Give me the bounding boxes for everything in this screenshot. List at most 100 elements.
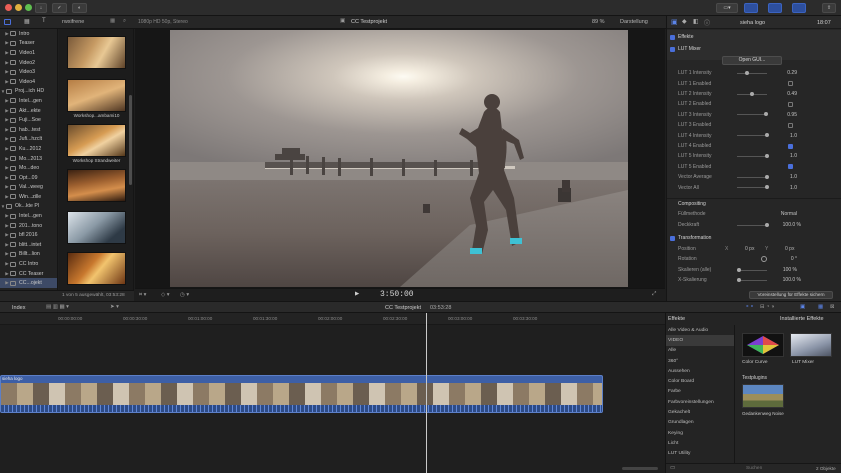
viewer-zoom-menu[interactable]: 89 % [592,19,605,25]
library-item[interactable]: ▶ Billt...lion [0,250,57,260]
speed-tool-icon[interactable]: ◷ ▾ [180,292,189,298]
slider-knob[interactable] [749,91,754,96]
library-item[interactable]: ▼ Proj...ich HD [0,87,57,97]
fullscreen-icon[interactable]: ⤢ [652,291,656,298]
param-value[interactable]: 1.0 [777,153,797,159]
timeline-ruler[interactable]: 00:00:00:00 00:00:30:00 00:01:00:00 00:01:3… [0,313,665,325]
opacity-value[interactable]: 100.0 % [771,222,801,228]
audio-inspector-icon[interactable]: ◧ [693,18,699,25]
noise-plugin-effect[interactable] [742,384,784,408]
param-slider[interactable] [737,70,767,75]
show-timeline-button[interactable] [768,3,782,13]
transitions-browser-icon[interactable]: ⊠ [830,304,835,310]
library-item[interactable]: ▶ Intel...gen [0,96,57,106]
effects-enable-checkbox[interactable] [670,34,675,40]
timeline-clip[interactable]: sieha logo [0,375,603,413]
clip-appearance-icon[interactable]: ⚬⚬ [745,304,754,310]
scale-x-value[interactable]: 100.0 % [771,277,801,283]
library-item[interactable]: ▶ Win...zille [0,192,57,202]
clip-thumbnail[interactable] [67,36,126,69]
library-item[interactable]: ▶ Intel...gen [0,211,57,221]
effects-category-item[interactable]: LUT Utility [666,449,734,459]
timeline-scrollbar[interactable] [622,467,658,470]
import-button[interactable]: ↓ [35,3,47,13]
keyword-button[interactable]: ✓ [52,3,67,13]
effects-category-item[interactable]: Licht [666,438,734,448]
param-value[interactable]: 0.95 [777,112,797,118]
audio-skimming-icon[interactable]: ▣ [800,304,805,310]
param-slider[interactable] [737,153,769,158]
playhead[interactable] [426,313,427,473]
transform-enable-checkbox[interactable] [670,235,675,241]
library-item[interactable]: ▼ Ok...kte Pl [0,202,57,212]
share-button[interactable]: ⇧ [822,3,836,13]
color-curve-effect[interactable] [742,333,784,357]
show-inspector-button[interactable] [792,3,806,13]
lut-mixer-enable-checkbox[interactable] [670,46,675,52]
position-y-value[interactable]: 0 px [785,246,794,252]
effects-category-item[interactable]: Alle Video & Audio [666,325,734,335]
photos-icon[interactable]: ▦ [24,18,30,25]
append-clip-icon[interactable]: ▤ ▥ ▦ ▾ [46,304,69,310]
effects-category-item[interactable]: 360° [666,356,734,366]
select-tool-icon[interactable]: ➤ ▾ [110,304,119,310]
background-tasks-button[interactable]: ◐ [72,3,87,13]
video-inspector-icon[interactable]: ▣ [671,18,678,26]
param-checkbox[interactable] [788,164,793,170]
minimize-window-button[interactable] [15,4,22,11]
param-value[interactable]: 0.29 [777,70,797,76]
slider-knob[interactable] [765,174,769,179]
library-item[interactable]: ▶ Mo...2013 [0,154,57,164]
param-checkbox[interactable] [788,101,793,107]
library-item[interactable]: ▶ Ku...2012 [0,144,57,154]
library-item[interactable]: ▶ CC Intro [0,259,57,269]
param-value[interactable]: 1.0 [777,133,797,139]
library-item[interactable]: ▶ CC...ojekt [0,278,57,289]
library-item[interactable]: ▶ Teaser [0,39,57,49]
color-tool-icon[interactable]: ◇ ▾ [161,292,170,298]
effects-category-item[interactable]: Farbe [666,387,734,397]
effects-category-item[interactable]: Aussehen [666,366,734,376]
param-slider[interactable] [737,91,767,96]
effects-category-item[interactable]: Alle [666,346,734,356]
effects-browser-icon[interactable]: ▦ [818,304,823,310]
play-icon[interactable]: ▶ [355,291,359,297]
info-inspector-icon[interactable]: ⓘ [704,18,710,27]
clip-thumbnail[interactable] [67,252,126,285]
save-effects-preset-button[interactable]: Voreinstellung für Effekte sichern [749,291,833,299]
slider-knob[interactable] [745,70,750,75]
effects-category-item[interactable]: VIDEO [666,335,734,346]
slider-knob[interactable] [765,153,769,158]
effects-category-item[interactable]: Grundlagen [666,418,734,428]
effects-category-item[interactable]: Farbvoreinstellungen [666,397,734,407]
close-window-button[interactable] [5,4,12,11]
param-slider[interactable] [737,112,768,117]
param-value[interactable]: 0.49 [777,91,797,97]
slider-knob[interactable] [765,133,769,138]
param-checkbox[interactable] [788,122,793,128]
param-checkbox[interactable] [788,81,793,87]
param-slider[interactable] [737,174,769,179]
library-item[interactable]: ▶ Video3 [0,67,57,77]
library-item[interactable]: ▶ blitt...intet [0,240,57,250]
transform-tool-icon[interactable]: ⌗ ▾ [139,292,146,299]
index-button[interactable]: Index [12,305,25,311]
view-menu[interactable]: Darstellung [620,19,648,25]
library-item[interactable]: ▶ Jufi...hzclt [0,135,57,145]
library-item[interactable]: ▶ 201...tono [0,221,57,231]
lut-mixer-effect[interactable] [790,333,832,357]
effects-category-item[interactable]: Color Board [666,376,734,386]
slider-knob[interactable] [763,112,768,117]
titles-icon[interactable]: T [42,18,46,24]
library-item[interactable]: ▶ Mo...deo [0,163,57,173]
library-item[interactable]: ▶ Video2 [0,58,57,68]
param-slider[interactable] [737,185,769,190]
clip-thumbnail[interactable] [67,79,126,112]
param-slider[interactable] [737,133,769,138]
library-item[interactable]: ▶ Opt...09 [0,173,57,183]
blend-mode-menu[interactable]: Normal [767,211,797,217]
layout-button[interactable]: ▭▾ [716,3,738,13]
param-value[interactable]: 1.0 [777,174,797,180]
grid-view-icon[interactable]: ▦ [110,18,115,24]
scale-all-value[interactable]: 100 % [777,267,797,273]
